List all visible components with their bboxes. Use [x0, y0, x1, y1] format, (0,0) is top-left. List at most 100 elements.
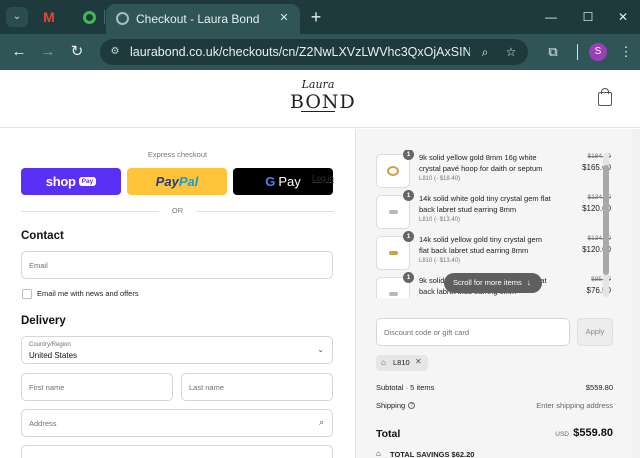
google-pay-text: Pay [278, 174, 301, 189]
last-name-field[interactable]: Last name [181, 373, 333, 401]
shopping-bag-icon[interactable] [598, 88, 612, 106]
express-payment-buttons: shop Pay Pay Pal G Pay [21, 168, 334, 195]
currency-code: USD [555, 431, 569, 438]
search-icon: ⌕ [318, 417, 324, 427]
first-name-field[interactable]: First name [21, 373, 173, 401]
active-tab[interactable]: Checkout - Laura Bond ✕ [106, 4, 300, 34]
bookmark-star-icon[interactable]: ☆ [502, 43, 520, 61]
tab-search-button[interactable]: ⌄ [6, 7, 28, 27]
total-value: $559.80 [573, 427, 613, 439]
site-info-icon[interactable]: ⚙ [108, 45, 122, 59]
minimize-button[interactable]: — [536, 6, 566, 28]
globe-icon [116, 12, 129, 25]
remove-discount-icon[interactable]: ✕ [415, 357, 422, 366]
new-tab-button[interactable]: + [306, 7, 326, 27]
email-field[interactable]: Email [21, 251, 333, 279]
help-icon[interactable]: ? [408, 402, 416, 409]
last-name-placeholder: Last name [189, 383, 225, 392]
line-item: 1 14k solid white gold tiny crystal gem … [376, 190, 611, 229]
applied-discount-tag: ⌂ L810 ✕ [376, 355, 428, 371]
scroll-hint-label: Scroll for more items [453, 278, 522, 287]
log-in-link[interactable]: Log in [312, 174, 334, 183]
items-scrollbar[interactable] [603, 153, 609, 297]
total-label: Total [376, 428, 401, 440]
country-select[interactable]: Country/Region United States ⌄ [21, 336, 333, 364]
line-item: 1 14k solid yellow gold tiny crystal gem… [376, 231, 611, 270]
apartment-field[interactable] [21, 445, 333, 458]
subtotal-label: Subtotal · 5 items [376, 383, 435, 392]
back-button[interactable]: ← [8, 41, 30, 63]
discount-code-field[interactable]: Discount code or gift card [376, 318, 570, 346]
line-item: 1 9k solid yellow gold 8mm 16g white cry… [376, 150, 611, 188]
app-icon [82, 10, 96, 24]
forward-button[interactable]: → [37, 41, 59, 63]
gmail-icon: M [43, 9, 55, 25]
tag-icon: ⌂ [381, 358, 386, 367]
hoop-icon [387, 166, 399, 176]
express-checkout-label: Express checkout [147, 150, 208, 159]
store-logo[interactable]: Laura BOND [290, 78, 356, 119]
toolbar-divider: │ [573, 44, 583, 59]
shop-pay-button[interactable]: shop Pay [21, 168, 121, 195]
news-checkbox[interactable] [22, 289, 32, 299]
country-label: Country/Region [29, 342, 71, 348]
checkout-form: Express checkout shop Pay Pay Pal G Pay O… [0, 129, 355, 458]
logo-script: Laura [301, 78, 335, 91]
reload-button[interactable]: ↻ [66, 41, 88, 63]
tag-icon: ⌂ [376, 449, 381, 458]
shipping-label: Shipping [376, 401, 406, 410]
quantity-badge: 1 [403, 150, 414, 160]
address-field[interactable]: Address ⌕ [21, 409, 333, 437]
news-checkbox-label: Email me with news and offers [37, 289, 139, 298]
or-divider: OR [21, 206, 334, 216]
total-row: Total USD $559.80 [376, 425, 613, 443]
page-scrollbar[interactable] [632, 129, 640, 458]
delivery-heading: Delivery [21, 315, 66, 327]
apply-button[interactable]: Apply [577, 318, 613, 346]
item-discount: L810 (- $13.40) [419, 217, 461, 223]
quantity-badge: 1 [403, 231, 414, 242]
item-discount: L810 (- $18.40) [419, 176, 461, 182]
arrow-down-icon: ↓ [526, 278, 531, 287]
tab-separator [104, 10, 105, 24]
url-text[interactable]: laurabond.co.uk/checkouts/cn/Z2NwLXVzLWV… [130, 45, 470, 59]
shipping-row: Shipping? Enter shipping address [376, 401, 613, 413]
close-window-button[interactable]: ✕ [608, 6, 638, 28]
address-placeholder: Address [29, 419, 57, 428]
browser-tab-bar: ⌄ M Checkout - Laura Bond ✕ + — ☐ ✕ [0, 0, 640, 34]
applied-code: L810 [393, 358, 410, 367]
scroll-for-more-button[interactable]: Scroll for more items ↓ [444, 273, 542, 293]
paypal-button[interactable]: Pay Pal [127, 168, 227, 195]
stud-icon [389, 210, 398, 214]
country-value: United States [29, 351, 78, 360]
item-discount: L810 (- $13.40) [419, 258, 461, 264]
email-placeholder: Email [29, 261, 48, 270]
profile-avatar[interactable]: S [589, 43, 607, 61]
item-name: 14k solid yellow gold tiny crystal gem f… [419, 235, 542, 255]
paypal-text-a: Pay [155, 174, 179, 189]
item-name: 14k solid white gold tiny crystal gem fl… [419, 194, 551, 214]
google-g-icon: G [265, 174, 276, 189]
gmail-pinned-tab[interactable]: M [36, 7, 62, 27]
maximize-button[interactable]: ☐ [573, 6, 603, 28]
address-bar[interactable]: ⚙ laurabond.co.uk/checkouts/cn/Z2NwLXVzL… [100, 39, 528, 65]
chevron-down-icon: ⌄ [317, 345, 324, 354]
pinned-tab[interactable] [76, 7, 102, 27]
logo-word: BOND [290, 91, 356, 113]
order-summary: 1 9k solid yellow gold 8mm 16g white cry… [355, 129, 640, 458]
paypal-text-b: Pal [178, 174, 199, 189]
contact-heading: Contact [21, 230, 64, 242]
close-tab-icon[interactable]: ✕ [276, 10, 292, 26]
quantity-badge: 1 [403, 190, 414, 201]
extensions-icon[interactable]: ⧉ [543, 42, 563, 62]
menu-kebab-icon[interactable]: ⋮ [616, 42, 636, 62]
shipping-value: Enter shipping address [536, 401, 613, 410]
shop-pay-text: shop [45, 174, 76, 189]
checkout-page: Laura BOND Express checkout shop Pay Pay… [0, 70, 640, 458]
item-name: 9k solid yellow gold 8mm 16g white cryst… [419, 153, 543, 173]
scrollbar-thumb[interactable] [603, 165, 609, 275]
zoom-search-icon[interactable]: ⌕ [476, 43, 494, 61]
stud-icon [389, 251, 398, 255]
discount-placeholder: Discount code or gift card [384, 328, 470, 337]
quantity-badge: 1 [403, 272, 414, 283]
